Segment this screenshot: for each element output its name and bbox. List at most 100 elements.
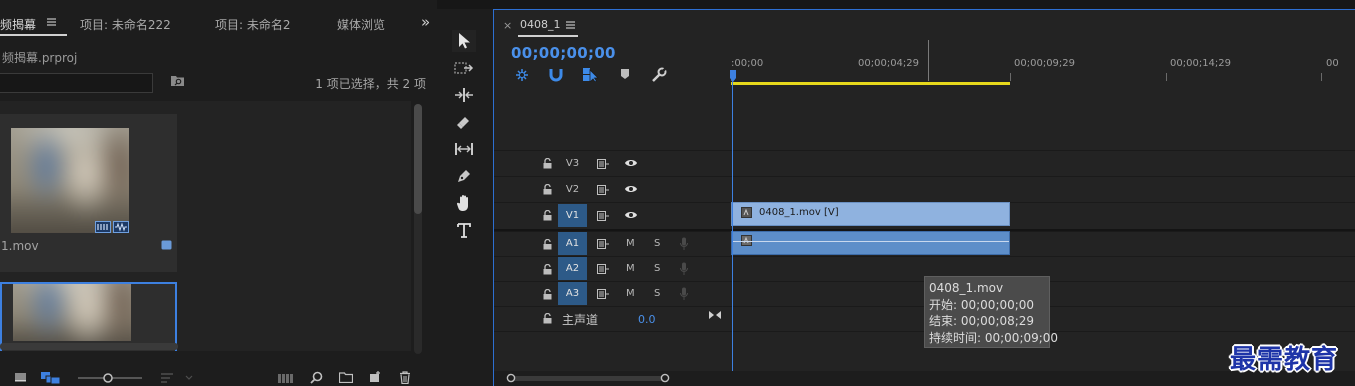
new-bin-icon[interactable]	[339, 372, 353, 383]
tooltip-title: 0408_1.mov	[929, 281, 1004, 295]
lock-icon[interactable]	[543, 158, 552, 169]
master-volume-value[interactable]: 0.0	[638, 313, 656, 326]
tab-project-main[interactable]: 频揭幕	[0, 16, 36, 33]
zoom-slider[interactable]	[78, 372, 142, 384]
horizontal-scrollbar[interactable]	[0, 343, 178, 350]
search-input[interactable]	[0, 73, 153, 93]
toggle-output-eye-icon[interactable]	[624, 184, 638, 194]
tab-project-222[interactable]: 项目: 未命名222	[80, 16, 171, 33]
playhead-handle[interactable]	[730, 70, 736, 82]
toggle-output-eye-icon[interactable]	[624, 158, 638, 168]
solo-track-button[interactable]: S	[654, 288, 660, 299]
delete-icon[interactable]	[399, 371, 411, 384]
voiceover-record-icon[interactable]	[680, 287, 688, 300]
vertical-scroll-thumb[interactable]	[414, 104, 422, 214]
timeline-scroll-start-handle[interactable]	[506, 373, 516, 383]
slip-tool-icon[interactable]	[452, 138, 476, 160]
track-label-a3[interactable]: A3	[558, 282, 587, 305]
project-filename: 频揭幕.prproj	[2, 51, 78, 65]
tooltip-start: 开始: 00;00;00;00	[929, 297, 1035, 312]
clip-info-tooltip: 0408_1.mov 开始: 00;00;00;00 结束: 00;00;08;…	[924, 276, 1058, 348]
fx-badge-icon	[741, 207, 752, 218]
sort-icon[interactable]	[160, 372, 194, 384]
icon-view-icon[interactable]	[41, 372, 61, 384]
media-item-selected[interactable]	[0, 282, 177, 351]
sync-lock-icon[interactable]	[597, 185, 609, 195]
linked-selection-icon[interactable]	[582, 66, 599, 82]
nest-sequence-icon[interactable]	[514, 67, 530, 83]
ruler-label: :00;00	[731, 58, 764, 69]
close-sequence-icon[interactable]: ×	[503, 19, 512, 32]
sequence-usage-icon	[161, 239, 172, 250]
master-track-label: 主声道	[562, 313, 599, 327]
razor-tool-icon[interactable]	[452, 111, 476, 133]
media-grid: 1.mov	[0, 101, 411, 351]
panel-overflow-icon[interactable]: »	[421, 13, 430, 31]
audio-volume-line[interactable]	[732, 241, 1009, 242]
tab-project-2[interactable]: 项目: 未命名2	[215, 16, 291, 33]
playhead-line[interactable]	[732, 80, 733, 371]
track-row-v3: V3	[494, 150, 1355, 176]
mute-track-button[interactable]: M	[626, 288, 635, 299]
track-label-v1[interactable]: V1	[558, 204, 587, 227]
snap-icon[interactable]	[549, 67, 563, 82]
go-to-in-out-icon[interactable]	[709, 310, 721, 320]
video-clip-v1[interactable]: 0408_1.mov [V]	[731, 202, 1010, 226]
sync-lock-icon[interactable]	[597, 264, 609, 274]
type-tool-icon[interactable]	[452, 219, 476, 241]
lock-icon[interactable]	[543, 264, 552, 275]
toggle-output-eye-icon[interactable]	[624, 210, 638, 220]
tools-panel	[440, 18, 486, 386]
mute-track-button[interactable]: M	[626, 263, 635, 274]
lock-icon[interactable]	[543, 313, 552, 324]
media-item-filename: 1.mov	[1, 239, 39, 253]
track-label-a1[interactable]: A1	[558, 232, 587, 255]
project-bottom-toolbar	[0, 360, 437, 386]
sync-lock-icon[interactable]	[597, 159, 609, 169]
list-view-icon[interactable]	[14, 372, 27, 382]
mute-track-button[interactable]: M	[626, 238, 635, 249]
add-marker-icon[interactable]	[620, 68, 630, 80]
timeline-scroll-end-handle[interactable]	[660, 373, 670, 383]
playhead-timecode[interactable]: 00;00;00;00	[511, 44, 616, 62]
active-tab-indicator	[0, 34, 67, 36]
solo-track-button[interactable]: S	[654, 263, 660, 274]
sync-lock-icon[interactable]	[597, 211, 609, 221]
track-label-v3[interactable]: V3	[558, 152, 587, 175]
sync-lock-icon[interactable]	[597, 239, 609, 249]
timeline-settings-icon[interactable]	[651, 67, 667, 83]
track-label-v2[interactable]: V2	[558, 178, 587, 201]
timeline-scroll-thumb[interactable]	[510, 376, 666, 381]
watermark-logo: 最需教育	[1230, 345, 1339, 375]
track-select-forward-tool-icon[interactable]	[452, 57, 476, 79]
ripple-edit-tool-icon[interactable]	[452, 84, 476, 106]
lock-icon[interactable]	[543, 289, 552, 300]
clip-thumbnail	[11, 128, 129, 233]
panel-menu-icon[interactable]	[46, 16, 57, 28]
lock-icon[interactable]	[543, 184, 552, 195]
audio-clip-a1[interactable]	[731, 231, 1010, 255]
search-bin-icon[interactable]	[170, 74, 185, 87]
media-item[interactable]: 1.mov	[0, 114, 177, 272]
sequence-menu-icon[interactable]	[565, 19, 576, 31]
lock-icon[interactable]	[543, 210, 552, 221]
hand-tool-icon[interactable]	[452, 192, 476, 214]
tab-media-browser[interactable]: 媒体浏览	[337, 16, 385, 33]
pen-tool-icon[interactable]	[452, 165, 476, 187]
audio-badge-icon	[113, 221, 129, 233]
project-panel: 频揭幕 项目: 未命名222 项目: 未命名2 媒体浏览 » 频揭幕.prpro…	[0, 0, 437, 386]
lock-icon[interactable]	[543, 239, 552, 250]
sequence-tab[interactable]: 0408_1	[520, 18, 561, 31]
sync-lock-icon[interactable]	[597, 289, 609, 299]
voiceover-record-icon[interactable]	[680, 237, 688, 250]
solo-track-button[interactable]: S	[654, 238, 660, 249]
work-area-bar[interactable]	[731, 82, 1010, 85]
track-label-a2[interactable]: A2	[558, 257, 587, 280]
tooltip-end: 结束: 00;00;08;29	[929, 314, 1035, 328]
find-icon[interactable]	[310, 371, 323, 384]
voiceover-record-icon[interactable]	[680, 262, 688, 275]
new-item-icon[interactable]	[369, 371, 381, 383]
automate-to-sequence-icon[interactable]	[278, 372, 293, 384]
selection-tool-icon[interactable]	[452, 30, 476, 52]
ruler-label: 00	[1326, 58, 1339, 69]
